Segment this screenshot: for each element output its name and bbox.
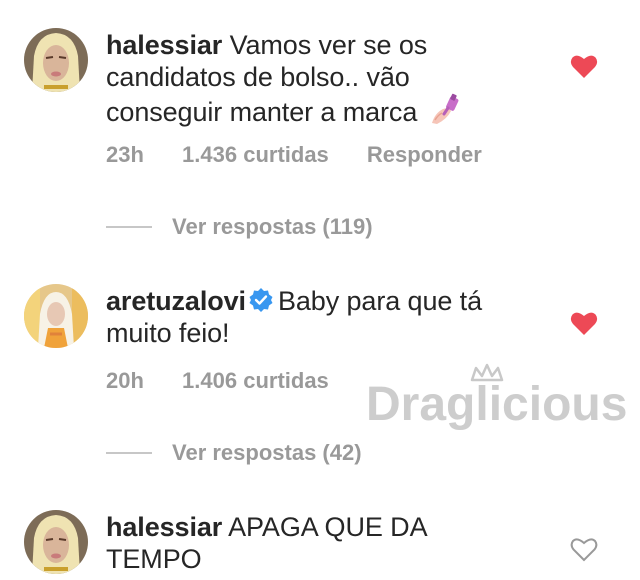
avatar-aretuzalovi[interactable] [24, 284, 88, 348]
comment-username[interactable]: aretuzalovi [106, 286, 246, 316]
view-replies-button[interactable]: Ver respostas (42) [106, 438, 362, 468]
view-replies-label[interactable]: Ver respostas (42) [172, 440, 362, 466]
comment-text: halessiar APAGA QUE DA TEMPO [106, 511, 556, 575]
comment-text-line: muito feio! [106, 318, 230, 348]
comment-meta: 23h 1.436 curtidas Responder [106, 142, 482, 168]
comment-time: 23h [106, 142, 144, 167]
replies-divider [106, 452, 152, 454]
replies-divider [106, 226, 152, 228]
avatar-image [24, 284, 88, 348]
likes-count[interactable]: 1.406 curtidas [182, 368, 329, 394]
like-heart-outline-icon[interactable] [570, 536, 598, 562]
watermark-text: Draglicious [366, 378, 627, 431]
comment-text-line: APAGA QUE DA [228, 512, 428, 542]
comment-text-line: candidatos de bolso.. vão [106, 62, 410, 92]
view-replies-button[interactable]: Ver respostas (119) [106, 212, 373, 242]
reply-button[interactable]: Responder [367, 142, 482, 168]
avatar-halessiar[interactable] [24, 28, 88, 92]
comment-text-line: Vamos ver se os [229, 30, 428, 60]
comment-text: halessiar Vamos ver se os candidatos de … [106, 29, 556, 128]
avatar-image [24, 510, 88, 574]
draglicious-watermark-logo: Draglicious [366, 363, 627, 431]
comment-time: 20h [106, 368, 144, 393]
comment-text-line: TEMPO [106, 544, 202, 574]
comment-text-line: Baby para que tá [277, 286, 483, 316]
comment-username[interactable]: halessiar [106, 512, 222, 542]
comment-text-line: conseguir manter a marca [106, 97, 418, 127]
view-replies-label[interactable]: Ver respostas (119) [172, 214, 373, 240]
likes-count[interactable]: 1.436 curtidas [182, 142, 329, 168]
like-heart-icon[interactable] [570, 310, 598, 336]
verified-badge-icon [249, 288, 273, 312]
comment-text: aretuzalovi Baby para que tá muito feio! [106, 285, 556, 349]
nail-polish-icon [431, 93, 459, 124]
like-heart-icon[interactable] [570, 53, 598, 79]
avatar-image [24, 28, 88, 92]
comment-meta: 20h 1.406 curtidas [106, 368, 329, 394]
comment-username[interactable]: halessiar [106, 30, 222, 60]
avatar-halessiar[interactable] [24, 510, 88, 574]
